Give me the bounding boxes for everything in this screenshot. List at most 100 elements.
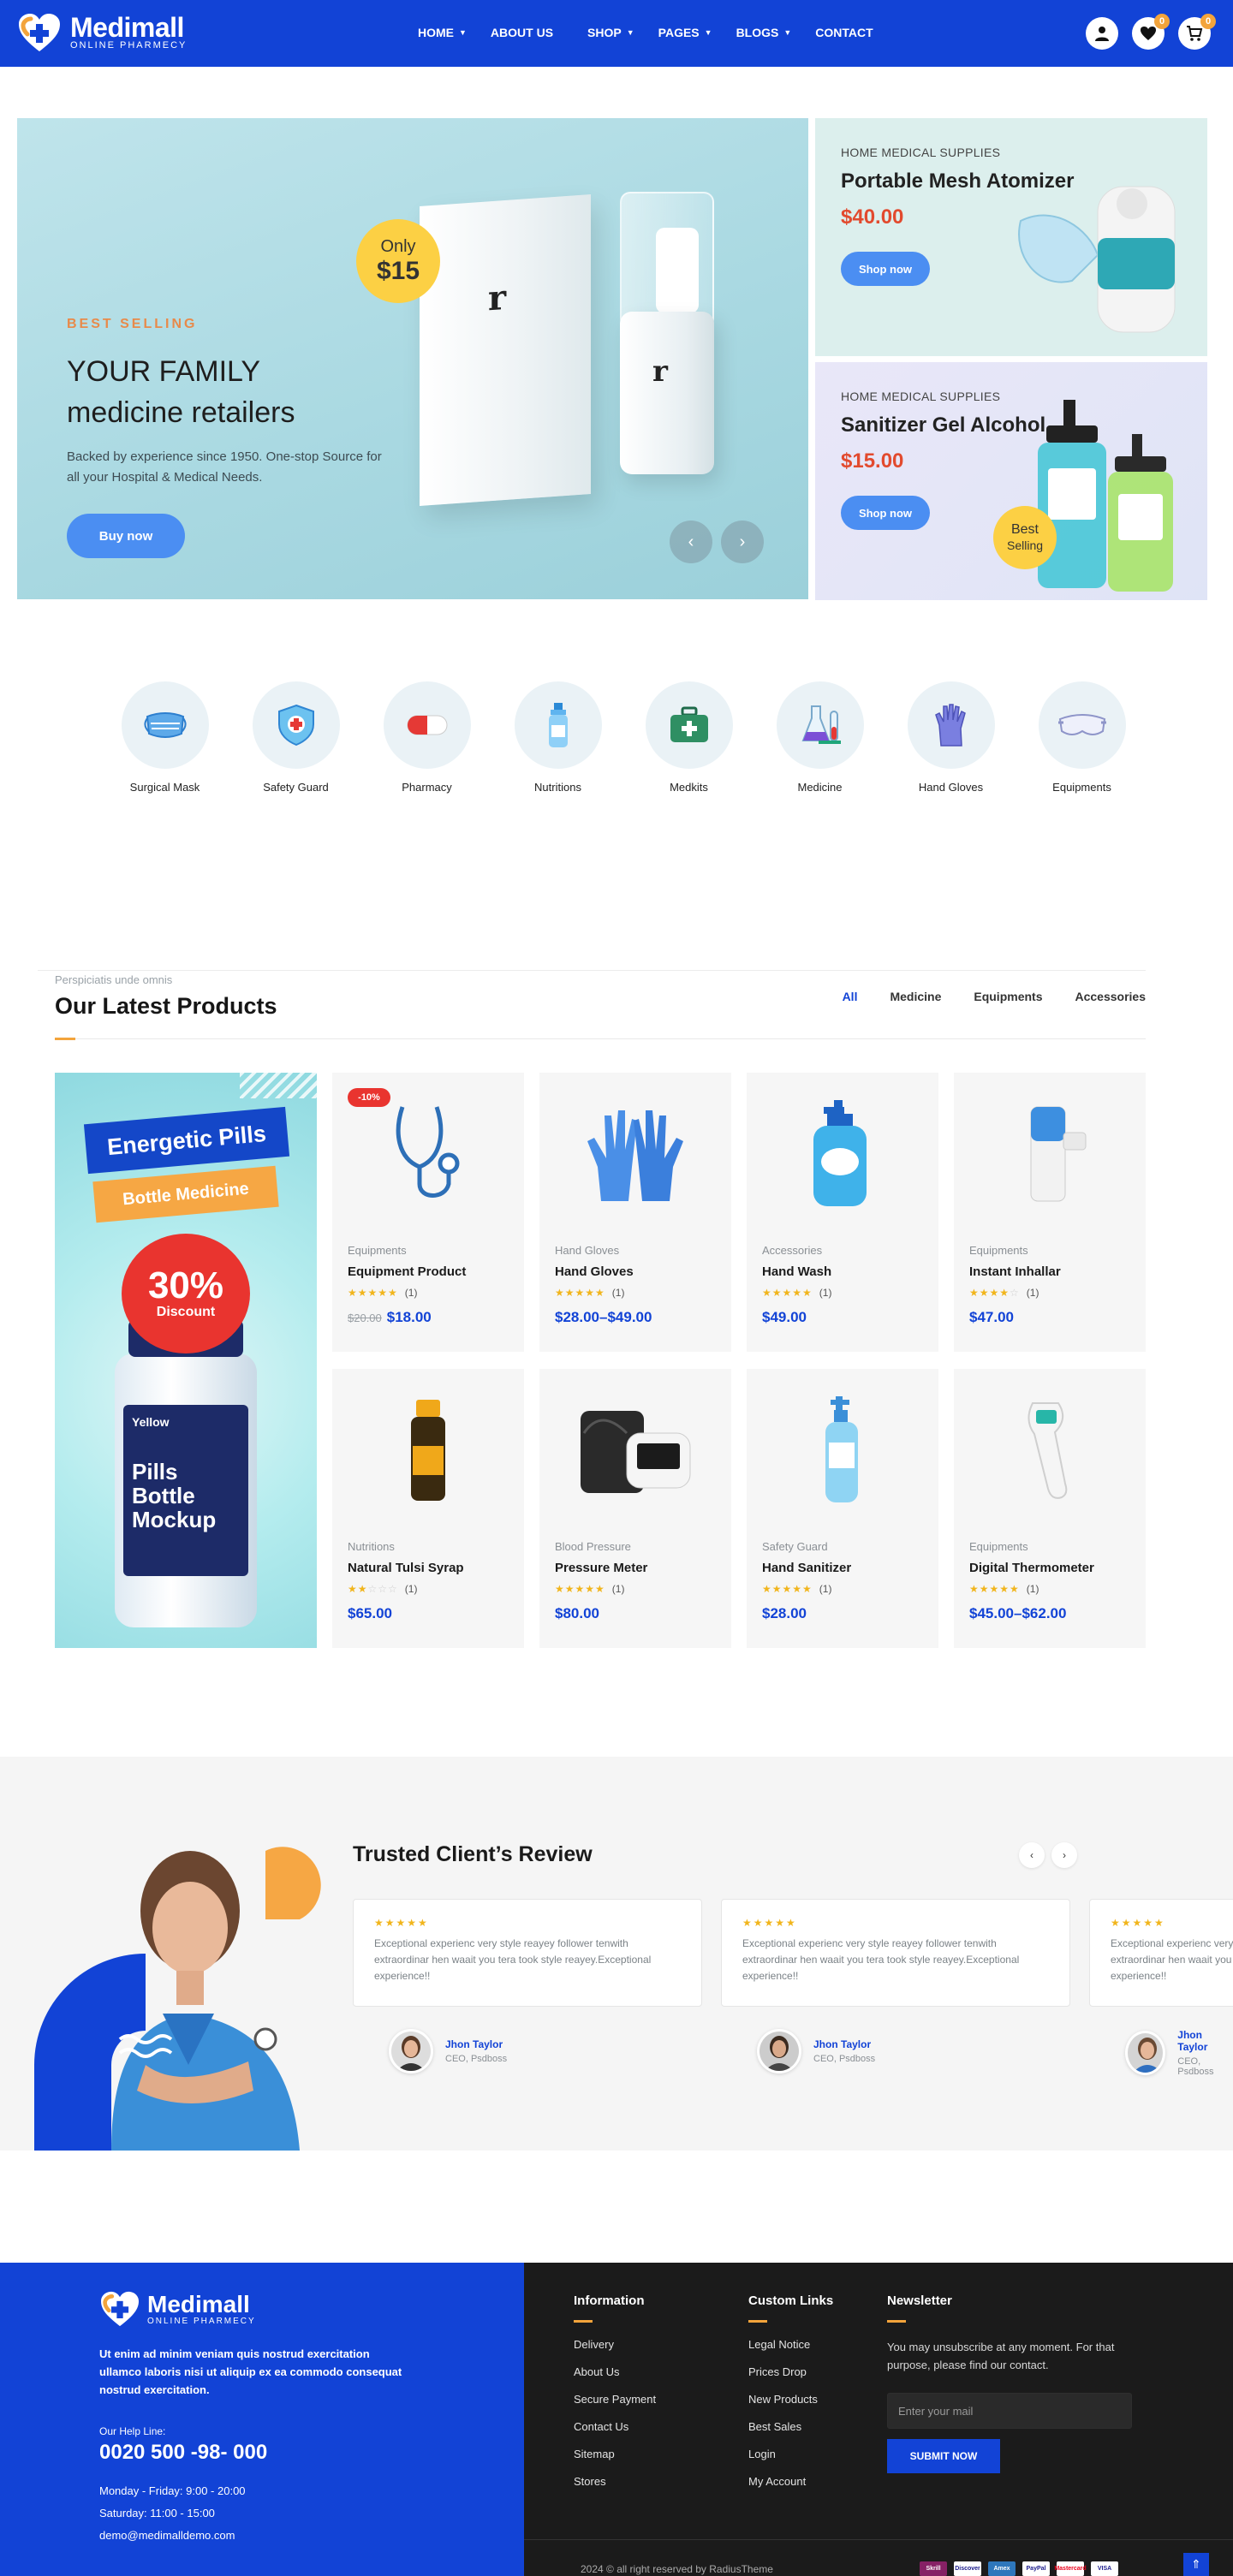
double-chevron-up-icon: ⇑: [1191, 2557, 1201, 2571]
footer-link[interactable]: Legal Notice: [748, 2338, 833, 2351]
footer-information: Information Delivery About Us Secure Pay…: [574, 2293, 656, 2502]
product-card[interactable]: Accessories Hand Wash ★★★★★ (1) $49.00: [747, 1073, 938, 1352]
product-card[interactable]: Equipments Instant Inhallar ★★★★☆ (1) $47…: [954, 1073, 1146, 1352]
nav-shop-label: SHOP: [587, 26, 622, 39]
pharmacy-icon: [407, 715, 447, 735]
help-line-phone[interactable]: 0020 500 -98- 000: [99, 2441, 267, 2465]
footer-logo[interactable]: Medimall ONLINE PHARMECY: [99, 2290, 256, 2328]
logo-heart-icon: [19, 14, 60, 51]
current-price: $80.00: [555, 1605, 599, 1621]
shop-now-button[interactable]: Shop now: [841, 496, 930, 530]
brand-name: Medimall: [70, 12, 184, 43]
brand-tagline: ONLINE PHARMECY: [70, 40, 188, 51]
review-prev-button[interactable]: ‹: [1019, 1842, 1045, 1868]
category-pharmacy[interactable]: Pharmacy: [361, 681, 492, 794]
footer-link[interactable]: About Us: [574, 2365, 656, 2378]
nav-contact-label: CONTACT: [815, 26, 873, 39]
hand-sanitizer-icon: [825, 1396, 858, 1502]
inhaler-icon: [1030, 1106, 1087, 1202]
header-actions: 0 0: [1086, 14, 1216, 50]
category-equipments[interactable]: Equipments: [1016, 681, 1147, 794]
price-amount: $15: [376, 256, 420, 285]
product-card[interactable]: Equipments Digital Thermometer ★★★★★ (1) …: [954, 1369, 1146, 1648]
nav-about[interactable]: ABOUT US: [491, 26, 553, 39]
product-card[interactable]: Nutritions Natural Tulsi Syrap ★★☆☆☆ (1) …: [332, 1369, 524, 1648]
product-category: Accessories: [762, 1244, 823, 1257]
product-rating: ★★★★★ (1): [555, 1583, 624, 1595]
category-surgical-mask[interactable]: Surgical Mask: [99, 681, 230, 794]
nav-contact[interactable]: CONTACT: [815, 26, 873, 39]
nav-pages[interactable]: PAGES ▼: [658, 26, 712, 39]
footer-email[interactable]: demo@medimalldemo.com: [99, 2525, 246, 2547]
footer-link[interactable]: Best Sales: [748, 2420, 833, 2433]
badge-line1: Best: [1010, 522, 1039, 537]
footer-link[interactable]: Delivery: [574, 2338, 656, 2351]
wishlist-count: 0: [1154, 14, 1170, 29]
review-next-button[interactable]: ›: [1051, 1842, 1077, 1868]
account-button[interactable]: [1086, 17, 1118, 50]
cart-icon: [1187, 26, 1203, 41]
category-nutritions[interactable]: Nutritions: [492, 681, 623, 794]
cart-count: 0: [1200, 14, 1216, 29]
tab-medicine[interactable]: Medicine: [890, 990, 941, 1003]
pill-bottle-body: Yellow Pills Bottle Mockup: [115, 1353, 257, 1627]
cart-button[interactable]: 0: [1178, 14, 1216, 50]
nav-blogs[interactable]: BLOGS ▼: [736, 26, 792, 39]
chevron-right-icon: ›: [1063, 1849, 1066, 1861]
newsletter-submit-button[interactable]: SUBMIT NOW: [887, 2439, 1000, 2473]
skrill-icon: Skrill: [920, 2561, 947, 2576]
discount-badge: 30% Discount: [122, 1234, 250, 1353]
product-price: $47.00: [969, 1309, 1014, 1326]
shop-now-button[interactable]: Shop now: [841, 252, 930, 286]
section-divider: [38, 970, 1146, 971]
slider-prev-button[interactable]: ‹: [670, 521, 712, 563]
paypal-icon: PayPal: [1022, 2561, 1050, 2576]
safety-guard-icon: [277, 704, 314, 747]
footer-link[interactable]: Sitemap: [574, 2448, 656, 2460]
product-card[interactable]: -10% Equipments Equipment Product ★★★★★ (…: [332, 1073, 524, 1352]
footer-link[interactable]: New Products: [748, 2393, 833, 2406]
latest-subtitle: Perspiciatis unde omnis: [55, 973, 173, 986]
nav-pages-label: PAGES: [658, 26, 700, 39]
star-icons: ★★★★★: [969, 1583, 1020, 1595]
product-card[interactable]: Blood Pressure Pressure Meter ★★★★★ (1) $…: [539, 1369, 731, 1648]
syrup-bottle-icon: [411, 1400, 445, 1501]
footer-link[interactable]: Contact Us: [574, 2420, 656, 2433]
product-category: Hand Gloves: [555, 1244, 620, 1257]
nav-home[interactable]: HOME ▼: [418, 26, 467, 39]
tab-equipments[interactable]: Equipments: [974, 990, 1042, 1003]
buy-now-button[interactable]: Buy now: [67, 514, 185, 558]
footer-link[interactable]: My Account: [748, 2475, 833, 2488]
title-underline: [887, 2320, 906, 2323]
product-card[interactable]: Safety Guard Hand Sanitizer ★★★★★ (1) $28…: [747, 1369, 938, 1648]
footer-link[interactable]: Prices Drop: [748, 2365, 833, 2378]
category-circle: [1038, 681, 1126, 769]
logo[interactable]: Medimall ONLINE PHARMECY: [17, 12, 187, 53]
product-category: Equipments: [969, 1540, 1028, 1553]
hero-description: Backed by experience since 1950. One-sto…: [67, 449, 382, 485]
slider-next-button[interactable]: ›: [721, 521, 764, 563]
heart-icon: [1141, 27, 1156, 40]
newsletter-email-input[interactable]: [887, 2393, 1132, 2429]
price-bubble: Only $15: [356, 219, 440, 303]
product-category: Equipments: [348, 1244, 407, 1257]
tab-all[interactable]: All: [843, 990, 858, 1003]
review-stars: ★★★★★: [1111, 1917, 1165, 1929]
tab-accessories[interactable]: Accessories: [1075, 990, 1146, 1003]
wishlist-button[interactable]: 0: [1132, 14, 1170, 50]
product-price: $45.00–$62.00: [969, 1605, 1066, 1622]
product-card[interactable]: Hand Gloves Hand Gloves ★★★★★ (1) $28.00–…: [539, 1073, 731, 1352]
category-safety-guard[interactable]: Safety Guard: [230, 681, 361, 794]
product-rating: ★★★★★ (1): [555, 1287, 624, 1299]
avatar: [389, 2029, 433, 2073]
category-medkits[interactable]: Medkits: [623, 681, 754, 794]
promo-banner-pills[interactable]: Energetic Pills Bottle Medicine Yellow P…: [55, 1073, 317, 1648]
nav-shop[interactable]: SHOP ▼: [587, 26, 634, 39]
footer-link[interactable]: Stores: [574, 2475, 656, 2488]
category-hand-gloves[interactable]: Hand Gloves: [885, 681, 1016, 794]
footer-link[interactable]: Login: [748, 2448, 833, 2460]
chevron-right-icon: ›: [739, 532, 746, 551]
scroll-to-top-button[interactable]: ⇑: [1183, 2553, 1209, 2576]
category-medicine[interactable]: Medicine: [754, 681, 885, 794]
footer-link[interactable]: Secure Payment: [574, 2393, 656, 2406]
